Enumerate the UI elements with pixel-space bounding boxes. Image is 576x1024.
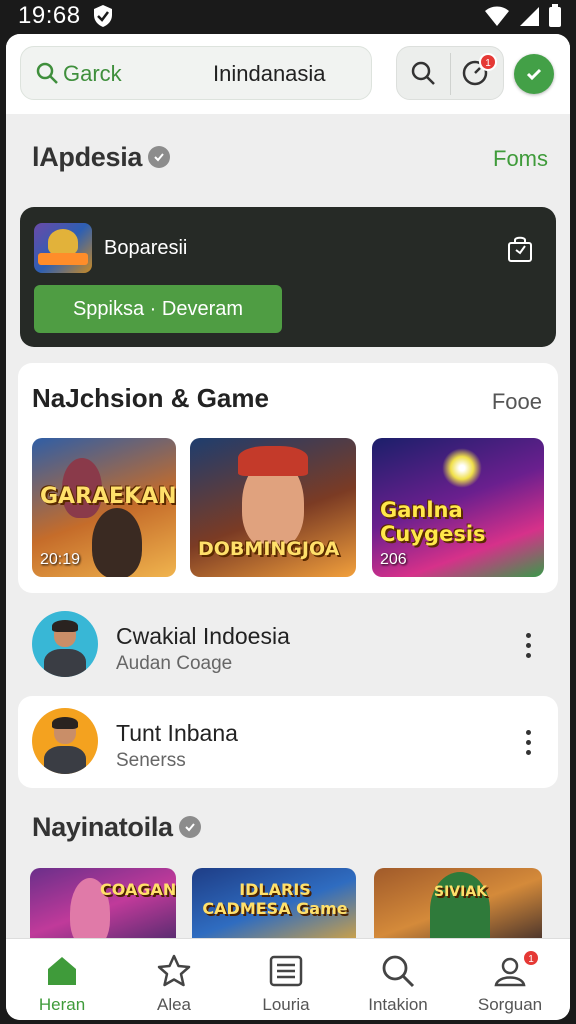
avatar [32, 708, 98, 774]
section-title-text: lApdesia [32, 142, 143, 172]
nav-item-intakion[interactable]: Intakion [342, 939, 454, 1020]
game-title: GARAEKAN [40, 484, 176, 509]
search-icon [35, 61, 59, 90]
header-actions: 1 [396, 46, 504, 100]
battery-icon [548, 4, 562, 33]
nav-label: Louria [262, 995, 310, 1014]
game-tile[interactable]: COAGAN [30, 868, 176, 948]
promo-cta-button[interactable]: Sppiksa · Deveram [34, 285, 282, 333]
game-tile[interactable]: DOBMINGJOA [190, 438, 356, 577]
nav-label: Intakion [368, 995, 428, 1014]
app-window: Garck Inindanasia 1 lApdesia Foms Bopare… [6, 34, 570, 1020]
nav-label: Alea [156, 995, 192, 1014]
games-more-link[interactable]: Fooe [492, 389, 542, 415]
list-item-subtitle: Audan Coage [116, 653, 233, 674]
nav-label: Heran [38, 995, 86, 1014]
promo-card[interactable]: Boparesii Sppiksa · Deveram [20, 207, 556, 347]
nav-item-heran[interactable]: Heran [6, 939, 118, 1020]
list-item-name: Tunt Inbana [116, 720, 238, 746]
search-icon[interactable] [409, 59, 437, 92]
status-time: 19:68 [18, 2, 81, 29]
confirm-button[interactable] [514, 54, 554, 94]
promo-title: Boparesii [104, 237, 188, 259]
promo-thumbnail [34, 223, 92, 273]
verified-icon [148, 145, 171, 168]
game-title: COAGAN [100, 880, 176, 899]
games-heading: NaJchsion & Game [32, 383, 269, 413]
game-tile[interactable]: IDLARIS CADMESA Game [192, 868, 356, 948]
list-icon [268, 953, 304, 989]
star-icon [156, 953, 192, 989]
game-title: SIVIAK [434, 884, 488, 900]
game-tile[interactable]: SIVIAK [374, 868, 542, 948]
search-icon [380, 953, 416, 989]
section-title: lApdesia [32, 142, 171, 173]
shopping-bag-icon[interactable] [506, 235, 534, 268]
section-title-text: Nayinatoila [32, 812, 173, 842]
game-title: DOBMINGJOA [198, 538, 340, 560]
list-item[interactable]: Cwakial Indoesia Audan Coage [18, 599, 558, 691]
more-options-icon[interactable] [526, 633, 532, 661]
shield-check-icon [92, 4, 114, 33]
game-title: Ganlna Cuygesis [380, 498, 486, 546]
status-bar: 19:68 [0, 0, 576, 32]
nav-item-alea[interactable]: Alea [118, 939, 230, 1020]
verified-icon [178, 815, 201, 838]
bottom-navigation: Heran Alea Louria Intakion 1 Sorguan [6, 938, 570, 1020]
search-placeholder: Garck [63, 61, 122, 86]
section-title: Nayinatoila [32, 812, 201, 843]
game-title: IDLARIS CADMESA Game [202, 880, 348, 918]
list-item[interactable]: Tunt Inbana Senerss [18, 696, 558, 788]
games-card: NaJchsion & Game Fooe GARAEKAN 20:19 DOB… [18, 363, 558, 593]
section-link[interactable]: Foms [493, 146, 548, 172]
game-year: 20:19 [40, 551, 81, 568]
more-options-icon[interactable] [526, 730, 532, 758]
game-tile[interactable]: GARAEKAN 20:19 [32, 438, 176, 577]
nav-label: Sorguan [477, 995, 543, 1014]
home-icon [44, 953, 80, 989]
wifi-icon [484, 5, 510, 32]
signal-icon [518, 5, 540, 32]
nav-item-louria[interactable]: Louria [230, 939, 342, 1020]
search-input[interactable]: Garck Inindanasia [20, 46, 372, 100]
list-item-name: Cwakial Indoesia [116, 623, 290, 649]
top-bar: Garck Inindanasia 1 [6, 34, 570, 114]
list-item-subtitle: Senerss [116, 750, 186, 771]
game-tile[interactable]: Ganlna Cuygesis 206 [372, 438, 544, 577]
nav-item-sorguan[interactable]: 1 Sorguan [454, 939, 566, 1020]
avatar [32, 611, 98, 677]
notification-badge: 1 [522, 949, 540, 967]
search-value: Inindanasia [213, 61, 326, 86]
notification-badge: 1 [479, 53, 497, 71]
game-year: 206 [380, 551, 407, 568]
